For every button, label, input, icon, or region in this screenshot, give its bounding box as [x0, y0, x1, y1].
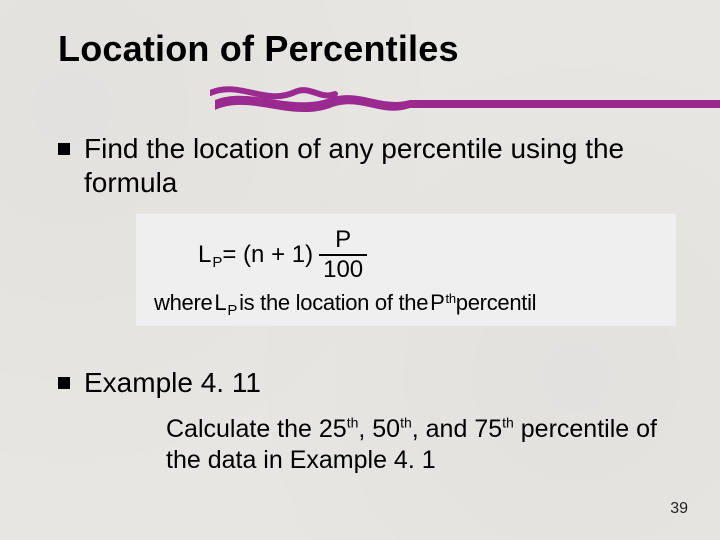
formula-L-subscript: P [212, 254, 222, 271]
bullet-marker-icon [58, 377, 70, 389]
page-number: 39 [670, 500, 688, 518]
bullet-item-1: Find the location of any percentile usin… [58, 132, 670, 200]
fraction-numerator: P [331, 228, 355, 254]
sup-th-1: th [347, 415, 359, 431]
sup-th-3: th [502, 415, 514, 431]
where-Pth: P th [430, 290, 456, 316]
where-L-sub: P [227, 302, 237, 319]
slide: Location of Percentiles Find the locatio… [0, 0, 720, 540]
bullet-1-text: Find the location of any percentile usin… [84, 132, 644, 200]
formula-equation: L P = (n + 1) P 100 [154, 228, 658, 282]
where-tail: percentil [456, 290, 536, 316]
where-th-sup: th [446, 291, 456, 306]
formula-L: L [198, 241, 211, 269]
formula-lhs: L P [198, 241, 222, 269]
where-P: P [430, 290, 444, 316]
subtext-part-b: , 50 [358, 415, 400, 443]
formula-rhs-text: = (n + 1) [222, 241, 313, 269]
example-subtext: Calculate the 25th, 50th, and 75th perce… [166, 414, 670, 475]
bullet-marker-icon [58, 143, 70, 155]
formula-box: L P = (n + 1) P 100 where L P is the loc… [136, 214, 676, 326]
formula-fraction: P 100 [319, 228, 367, 282]
where-Lp: L P [214, 290, 237, 316]
page-title: Location of Percentiles [58, 28, 670, 70]
subtext-part-c: , and 75 [412, 415, 502, 443]
bullet-list: Find the location of any percentile usin… [58, 132, 670, 200]
swoosh-tail [210, 89, 335, 96]
subtext-part-a: Calculate the 25 [166, 415, 347, 443]
swoosh-path [215, 95, 720, 112]
decorative-swoosh [210, 78, 720, 128]
where-mid: is the location of the [239, 290, 428, 316]
where-L: L [214, 290, 226, 316]
where-word: where [154, 290, 212, 316]
sup-th-2: th [400, 415, 412, 431]
formula-where-line: where L P is the location of the P th pe… [154, 290, 658, 316]
bullet-2-text: Example 4. 11 [84, 366, 261, 400]
fraction-denominator: 100 [319, 256, 367, 282]
bullet-list-2: Example 4. 11 [58, 366, 670, 400]
bullet-item-2: Example 4. 11 [58, 366, 670, 400]
